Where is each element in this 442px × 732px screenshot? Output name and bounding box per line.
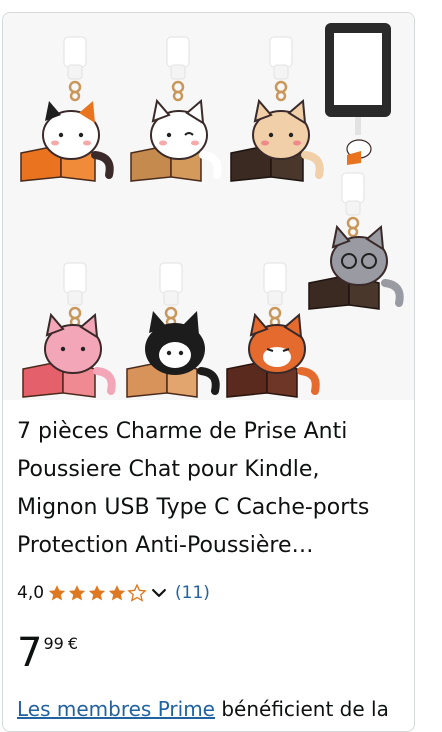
product-image[interactable] bbox=[3, 13, 414, 400]
chevron-down-icon[interactable] bbox=[149, 583, 169, 603]
prime-benefit-text: bénéficient de la bbox=[214, 697, 389, 721]
rating-value: 4,0 bbox=[17, 583, 45, 603]
review-count-link[interactable]: (11) bbox=[175, 583, 210, 603]
price: 7 99 € bbox=[17, 631, 78, 675]
price-currency: € bbox=[67, 634, 78, 653]
prime-members-link[interactable]: Les membres Prime bbox=[17, 697, 215, 721]
rating-row: 4,0 (11) bbox=[17, 580, 210, 606]
product-card[interactable]: 7 pièces Charme de Prise Anti Poussiere … bbox=[2, 12, 415, 732]
star-outline-icon bbox=[127, 583, 147, 602]
star-icon bbox=[48, 585, 66, 601]
price-whole: 7 bbox=[17, 630, 43, 676]
prime-benefit-line: Les membres Prime bénéficient de la bbox=[17, 695, 414, 723]
star-rating[interactable] bbox=[47, 583, 175, 603]
price-fraction: 99 bbox=[43, 634, 64, 653]
star-icon bbox=[108, 585, 126, 601]
product-title[interactable]: 7 pièces Charme de Prise Anti Poussiere … bbox=[17, 413, 402, 565]
star-icon bbox=[68, 585, 86, 601]
star-icon bbox=[88, 585, 106, 601]
product-image-illustration bbox=[20, 23, 404, 398]
